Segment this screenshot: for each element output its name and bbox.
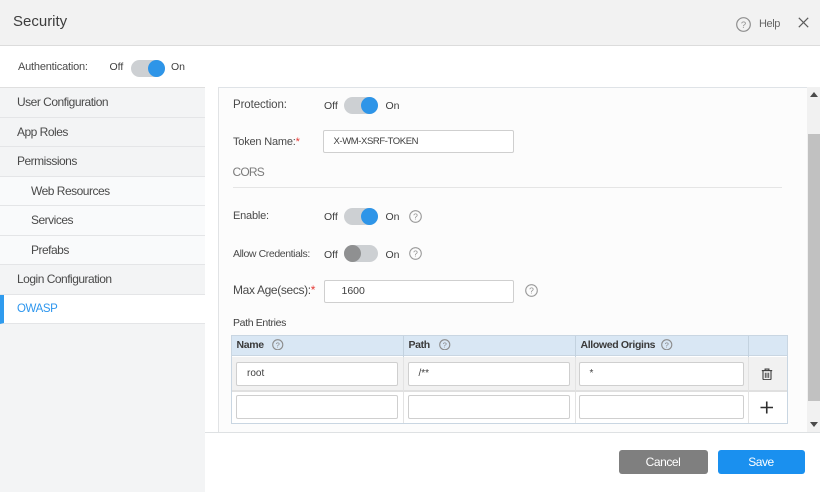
svg-text:?: ? (741, 20, 746, 31)
svg-text:?: ? (413, 249, 418, 259)
svg-text:?: ? (443, 340, 447, 349)
svg-text:?: ? (413, 211, 418, 221)
svg-text:?: ? (529, 286, 534, 296)
svg-text:?: ? (665, 340, 669, 349)
svg-text:?: ? (276, 340, 280, 349)
